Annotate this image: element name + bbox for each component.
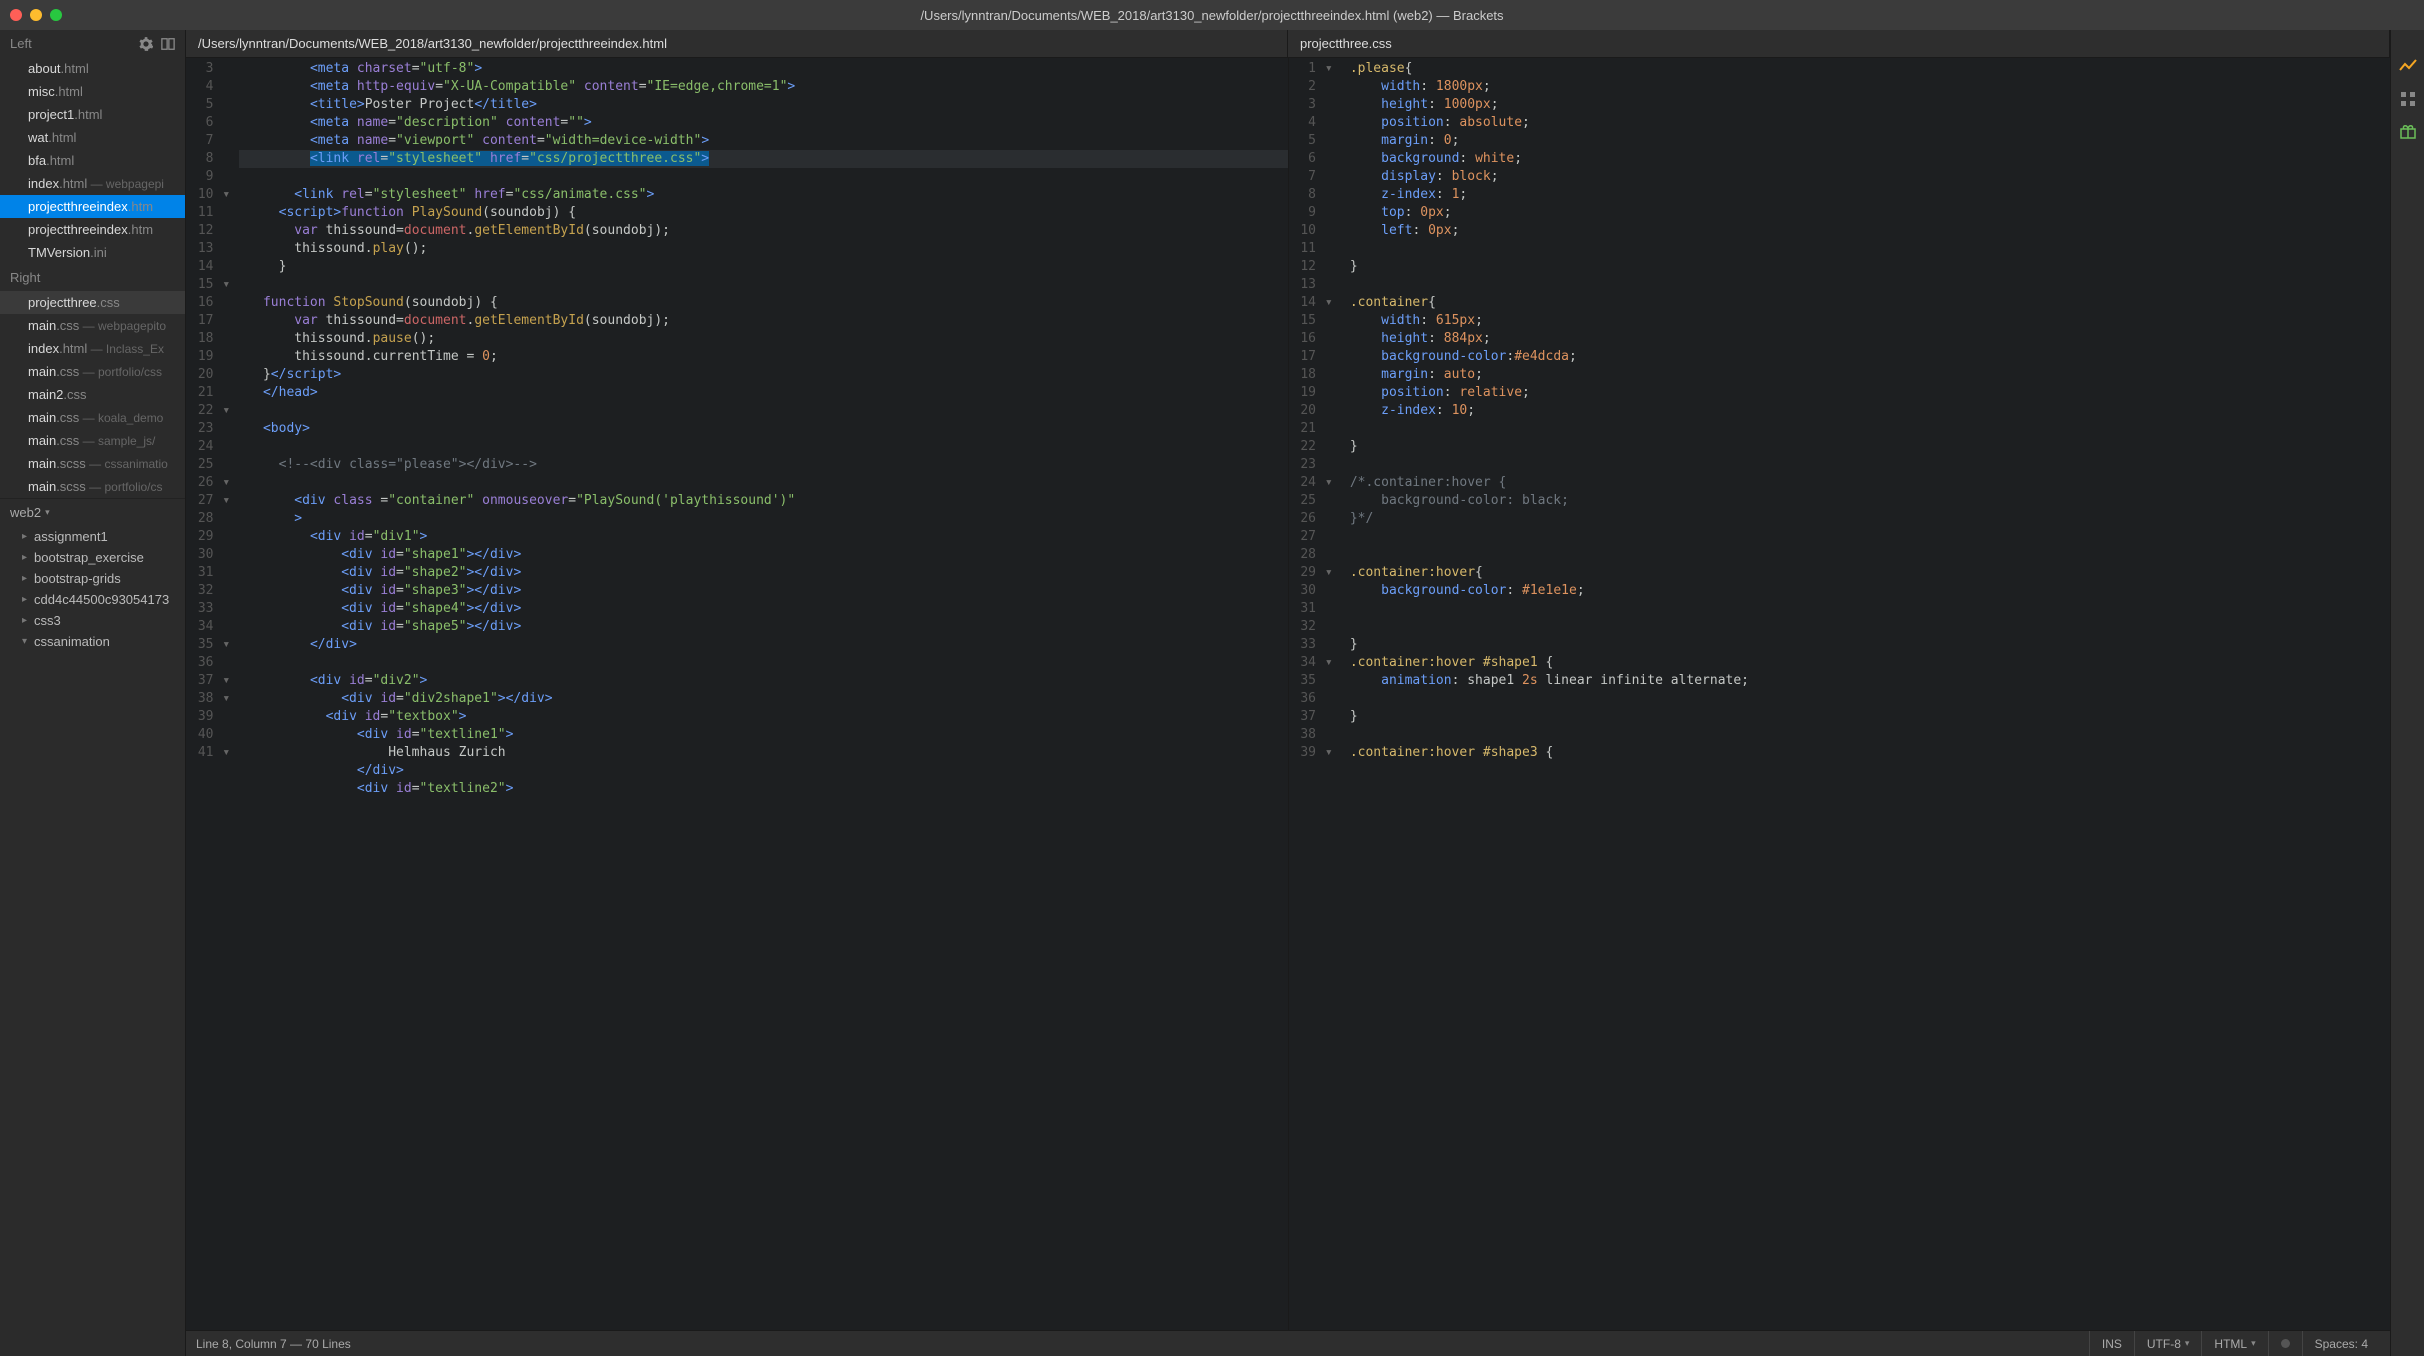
sidebar-left-header: Left bbox=[0, 30, 185, 57]
working-set-item[interactable]: main.scss — cssanimatio bbox=[0, 452, 185, 475]
maximize-button[interactable] bbox=[50, 9, 62, 21]
working-set-item[interactable]: main.css — koala_demo bbox=[0, 406, 185, 429]
project-name: web2 bbox=[10, 505, 41, 520]
working-set-item[interactable]: main.css — sample_js/ bbox=[0, 429, 185, 452]
working-set-item[interactable]: TMVersion.ini bbox=[0, 241, 185, 264]
project-dropdown[interactable]: web2 ▾ bbox=[0, 498, 185, 526]
statusbar: Line 8, Column 7 — 70 Lines INS UTF-8▾ H… bbox=[186, 1330, 2390, 1356]
working-set-item[interactable]: main.scss — portfolio/cs bbox=[0, 475, 185, 498]
working-set-item[interactable]: bfa.html bbox=[0, 149, 185, 172]
left-editor-pane[interactable]: 3 4 5 6 7 8 9 10 ▾ 11 12 13 14 15 ▾ 16 1… bbox=[186, 58, 1289, 1330]
tree-folder[interactable]: ▾cssanimation bbox=[0, 631, 185, 652]
sidebar: Left about.htmlmisc.htmlproject1.htmlwat… bbox=[0, 30, 186, 1356]
working-set-item[interactable]: project1.html bbox=[0, 103, 185, 126]
working-set-item[interactable]: wat.html bbox=[0, 126, 185, 149]
split-view-icon[interactable] bbox=[161, 37, 175, 51]
working-set-item[interactable]: index.html — Inclass_Ex bbox=[0, 337, 185, 360]
working-set-item[interactable]: projectthree.css bbox=[0, 291, 185, 314]
tree-folder[interactable]: ▸bootstrap_exercise bbox=[0, 547, 185, 568]
tree-folder[interactable]: ▸bootstrap-grids bbox=[0, 568, 185, 589]
sidebar-left-label: Left bbox=[10, 36, 32, 51]
sidebar-right-header: Right bbox=[0, 264, 185, 291]
extensions-rail bbox=[2390, 30, 2424, 1356]
indent-selector[interactable]: Spaces: 4 bbox=[2302, 1331, 2380, 1356]
close-button[interactable] bbox=[10, 9, 22, 21]
minimize-button[interactable] bbox=[30, 9, 42, 21]
working-set-item[interactable]: main.css — portfolio/css bbox=[0, 360, 185, 383]
tree-folder[interactable]: ▸cdd4c44500c93054173 bbox=[0, 589, 185, 610]
tree-folder[interactable]: ▸css3 bbox=[0, 610, 185, 631]
encoding-selector[interactable]: UTF-8▾ bbox=[2134, 1331, 2202, 1356]
cursor-position: Line 8, Column 7 — 70 Lines bbox=[196, 1337, 351, 1351]
right-pane-tab[interactable]: projectthree.css bbox=[1288, 30, 2390, 57]
gift-icon[interactable] bbox=[2399, 122, 2417, 140]
window-title: /Users/lynntran/Documents/WEB_2018/art31… bbox=[0, 8, 2424, 23]
working-set-item[interactable]: main.css — webpagepito bbox=[0, 314, 185, 337]
extension-manager-icon[interactable] bbox=[2399, 90, 2417, 108]
tree-folder[interactable]: ▸assignment1 bbox=[0, 526, 185, 547]
chevron-down-icon: ▾ bbox=[45, 507, 50, 518]
lint-status[interactable] bbox=[2268, 1331, 2302, 1356]
right-editor-pane[interactable]: 1 ▾ 2 3 4 5 6 7 8 9 10 11 12 13 14 ▾ 15 … bbox=[1289, 58, 2391, 1330]
left-pane-tab[interactable]: /Users/lynntran/Documents/WEB_2018/art31… bbox=[186, 30, 1288, 57]
working-set-item[interactable]: index.html — webpagepi bbox=[0, 172, 185, 195]
working-set-item[interactable]: misc.html bbox=[0, 80, 185, 103]
sidebar-right-label: Right bbox=[10, 270, 40, 285]
working-set-item[interactable]: projectthreeindex.htm bbox=[0, 218, 185, 241]
insert-mode[interactable]: INS bbox=[2089, 1331, 2134, 1356]
language-selector[interactable]: HTML▾ bbox=[2201, 1331, 2267, 1356]
gear-icon[interactable] bbox=[139, 37, 153, 51]
working-set-item[interactable]: projectthreeindex.htm bbox=[0, 195, 185, 218]
live-preview-icon[interactable] bbox=[2399, 58, 2417, 76]
working-set-item[interactable]: main2.css bbox=[0, 383, 185, 406]
status-dot-icon bbox=[2281, 1339, 2290, 1348]
titlebar: /Users/lynntran/Documents/WEB_2018/art31… bbox=[0, 0, 2424, 30]
working-set-item[interactable]: about.html bbox=[0, 57, 185, 80]
window-controls bbox=[10, 9, 62, 21]
